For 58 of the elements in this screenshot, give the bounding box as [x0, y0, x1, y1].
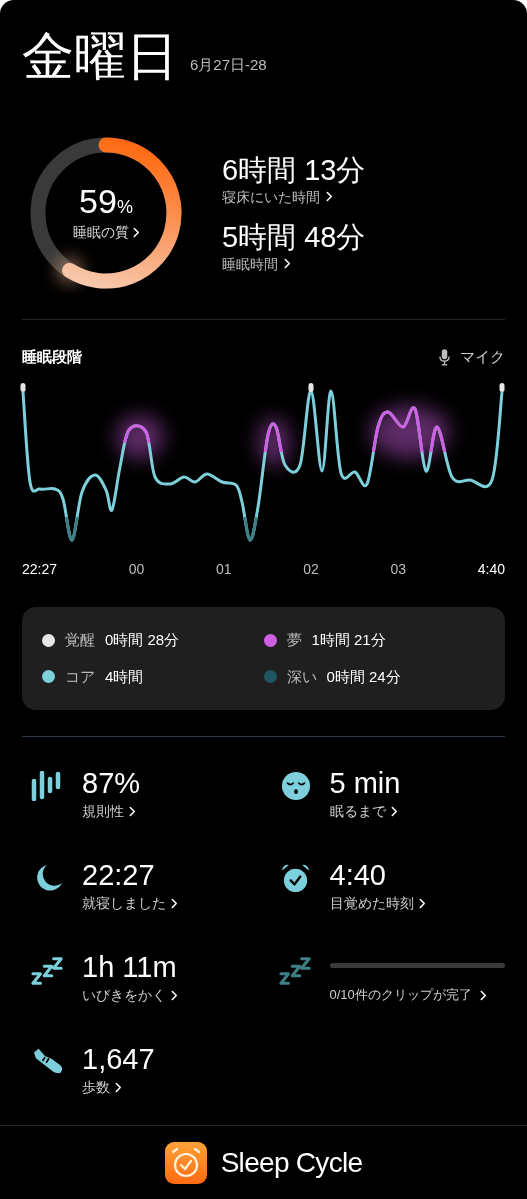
chevron-icon — [132, 226, 140, 238]
stat-link[interactable]: 就寝しました — [82, 893, 178, 913]
stat-value: 1h 11m — [82, 950, 178, 985]
duration-value: 6時間 13分 — [222, 152, 366, 187]
time-axis-label: 00 — [128, 560, 145, 579]
stage-name: 夢 — [286, 630, 302, 650]
awake-marker — [499, 383, 505, 392]
time-axis-label: 02 — [303, 560, 319, 579]
awake-marker — [20, 383, 26, 392]
chevron-icon — [129, 805, 136, 817]
sleepy-face-icon — [280, 771, 311, 801]
chevron-icon — [390, 805, 398, 817]
stat-link[interactable]: 歩数 — [82, 1077, 155, 1097]
microphone-icon — [439, 348, 450, 366]
microphone-button[interactable]: マイク — [439, 345, 505, 369]
chevron-icon — [326, 191, 333, 202]
awake-marker — [308, 383, 314, 392]
time-axis-label: 22:27 — [22, 560, 58, 579]
snore-icon — [31, 955, 65, 987]
alarm-clock-icon — [280, 863, 311, 894]
stat-link[interactable]: いびきをかく — [82, 985, 178, 1005]
stage-name: 覚醒 — [65, 630, 95, 650]
stage-duration: 4時間 — [105, 666, 144, 687]
stat-link[interactable]: 規則性 — [82, 801, 141, 821]
stage-duration: 0時間 28分 — [105, 630, 180, 650]
chevron-icon — [115, 1081, 122, 1093]
date-range: 6月27日-28 — [190, 54, 267, 75]
sleep-quality-link[interactable]: 睡眠の質 — [72, 221, 140, 243]
stage-duration: 0時間 24分 — [326, 666, 401, 687]
time-axis-label: 01 — [215, 560, 232, 579]
stat-value: 5 min — [329, 766, 401, 801]
stat-value: 4:40 — [329, 858, 387, 893]
section-title: 睡眠段階 — [22, 346, 82, 367]
day-title: 金曜日 — [22, 26, 178, 86]
app-logo-icon — [164, 1141, 207, 1184]
duration-value: 5時間 48分 — [222, 219, 366, 254]
time-axis-label: 03 — [390, 560, 407, 579]
stage-name: 深い — [286, 666, 317, 687]
duration-link[interactable]: 睡眠時間 — [222, 253, 366, 274]
stage-name: コア — [65, 666, 95, 687]
app-name: Sleep Cycle — [220, 1145, 363, 1180]
stat-link[interactable]: 眠るまで — [329, 801, 401, 821]
time-axis-label: 4:40 — [477, 560, 505, 579]
stat-value: 87% — [82, 766, 141, 801]
chevron-icon — [479, 989, 487, 1001]
stage-duration: 1時間 21分 — [311, 630, 386, 650]
stat-value: 1,647 — [82, 1042, 155, 1077]
chevron-icon — [171, 897, 178, 909]
chevron-icon — [418, 897, 426, 909]
snore-icon — [278, 955, 313, 987]
sleep-quality-value: 59% — [79, 183, 133, 218]
stat-value: 22:27 — [82, 858, 156, 893]
clip-progress-link[interactable]: 0/10件のクリップが完了 — [329, 985, 505, 1005]
duration-link[interactable]: 寝床にいた時間 — [222, 186, 366, 207]
chevron-icon — [171, 989, 178, 1001]
stat-link[interactable]: 目覚めた時刻 — [329, 893, 426, 913]
shoe-icon — [32, 1047, 64, 1075]
chevron-icon — [284, 258, 291, 269]
